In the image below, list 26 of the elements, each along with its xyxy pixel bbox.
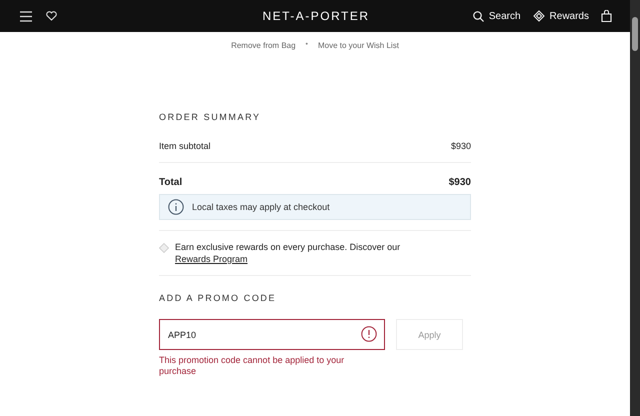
rewards-program-link[interactable]: Rewards Program: [175, 254, 248, 264]
menu-icon[interactable]: [20, 10, 32, 22]
search-button[interactable]: Search: [472, 10, 521, 22]
rewards-button[interactable]: Rewards: [532, 10, 589, 22]
diamond-icon: [532, 10, 545, 22]
bag-icon[interactable]: [601, 10, 612, 22]
search-icon: [472, 10, 484, 22]
scrollbar-thumb[interactable]: [632, 17, 638, 51]
promo-code-field[interactable]: APP10: [159, 319, 385, 350]
logo[interactable]: NET-A-PORTER: [262, 9, 370, 23]
diamond-icon: [159, 243, 169, 253]
section-title: ADD A PROMO CODE: [159, 293, 278, 303]
heart-icon[interactable]: [46, 11, 57, 21]
info-icon: [168, 199, 184, 215]
notice-text: Local taxes may apply at checkout: [192, 202, 330, 212]
error-message: This promotion code cannot be applied to your purchase: [159, 355, 346, 377]
summary-value: $930: [450, 141, 471, 151]
summary-label: Item subtotal: [159, 141, 211, 151]
summary-value: $930: [448, 177, 471, 188]
scrollbar[interactable]: [630, 0, 640, 416]
rewards-text: Earn exclusive rewards on every purchase. Discover our Rewards Program: [175, 241, 402, 265]
section-title: ORDER SUMMARY: [159, 112, 262, 122]
bag-action-link[interactable]: Move to your Wish List: [318, 41, 399, 50]
error-icon: [361, 326, 377, 342]
summary-label: Total: [159, 177, 182, 188]
bag-action-link[interactable]: Remove from Bag: [231, 41, 296, 50]
